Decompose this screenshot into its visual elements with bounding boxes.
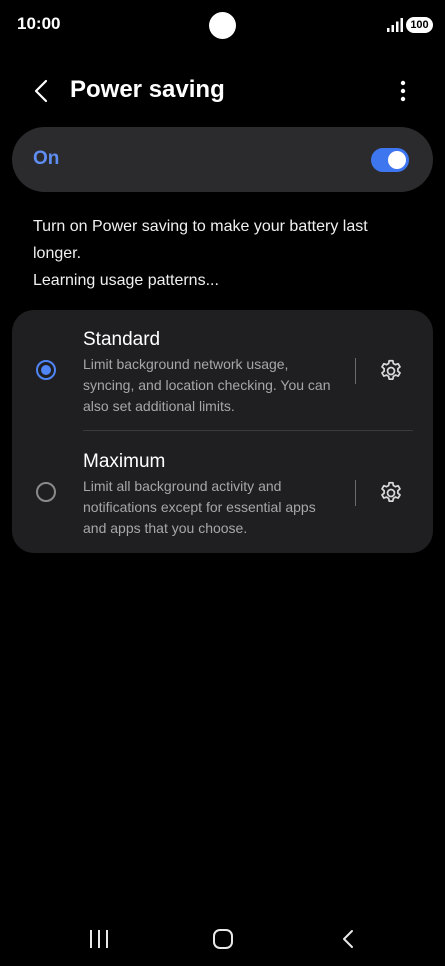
status-time: 10:00	[17, 14, 61, 33]
home-icon	[213, 929, 233, 949]
back-nav-button[interactable]	[333, 924, 363, 954]
option-description: Limit background network usage, syncing,…	[83, 356, 331, 414]
more-vertical-icon	[400, 80, 406, 102]
master-switch-label: On	[33, 148, 60, 169]
battery-indicator: 100	[406, 17, 433, 33]
page-title: Power saving	[70, 76, 225, 103]
toggle-knob	[388, 151, 406, 169]
standard-radio-button[interactable]	[36, 360, 56, 380]
gear-icon	[381, 359, 401, 380]
camera-cutout	[209, 12, 236, 39]
back-arrow-icon	[343, 930, 353, 948]
chevron-left-icon	[34, 79, 48, 103]
option-description: Limit all background activity and notifi…	[83, 478, 316, 536]
option-maximum[interactable]: Maximum Limit all background activity an…	[12, 432, 433, 552]
option-divider	[355, 358, 356, 384]
option-divider	[355, 480, 356, 506]
maximum-settings-button[interactable]	[376, 478, 406, 508]
standard-settings-button[interactable]	[376, 356, 406, 386]
power-saving-mode-list: Standard Limit background network usage,…	[12, 310, 433, 553]
gear-icon	[381, 481, 401, 502]
maximum-radio-button[interactable]	[36, 482, 56, 502]
learning-status-text: Learning usage patterns...	[33, 272, 219, 289]
navigation-bar	[0, 910, 445, 966]
signal-icon	[387, 18, 403, 32]
back-button[interactable]	[26, 76, 56, 106]
option-title: Maximum	[83, 451, 166, 472]
home-button[interactable]	[208, 924, 238, 954]
option-standard[interactable]: Standard Limit background network usage,…	[12, 310, 433, 430]
recent-apps-icon	[90, 930, 108, 948]
power-saving-description: Turn on Power saving to make your batter…	[33, 213, 403, 294]
description-text: Turn on Power saving to make your batter…	[33, 218, 368, 262]
power-saving-master-switch[interactable]: On	[12, 127, 433, 192]
recent-apps-button[interactable]	[84, 924, 114, 954]
status-bar: 10:00 100	[0, 0, 445, 50]
more-options-button[interactable]	[388, 76, 418, 106]
power-saving-toggle[interactable]	[371, 148, 409, 172]
app-bar: Power saving	[0, 70, 445, 114]
option-separator	[83, 430, 413, 431]
option-title: Standard	[83, 329, 161, 350]
